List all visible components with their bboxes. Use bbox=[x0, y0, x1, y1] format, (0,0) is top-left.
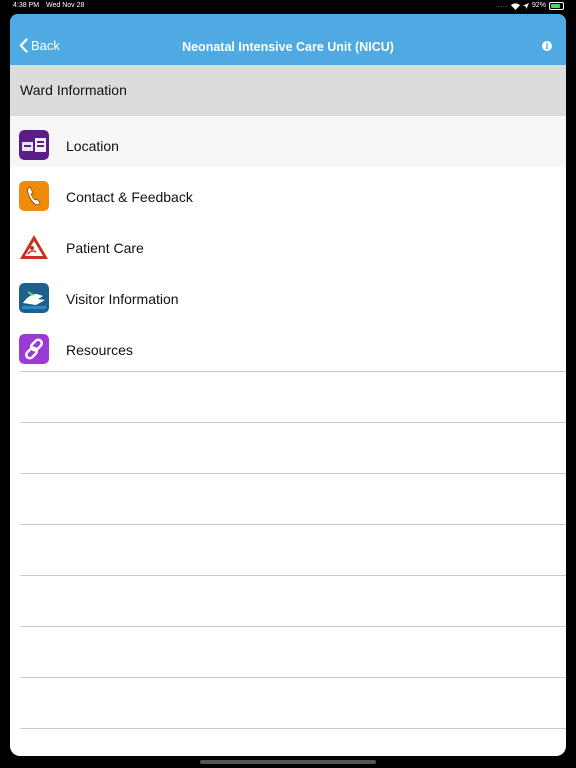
section-header: Ward Information bbox=[10, 65, 566, 116]
list-item-visitor-information[interactable]: Visitor Information bbox=[10, 269, 566, 320]
app-window: Back Neonatal Intensive Care Unit (NICU)… bbox=[10, 14, 566, 756]
row-separator bbox=[20, 728, 566, 729]
status-time: 4:38 PM bbox=[13, 2, 40, 9]
section-header-title: Ward Information bbox=[20, 82, 127, 98]
list-item-patient-care[interactable]: Patient Care bbox=[10, 218, 566, 269]
row-separator bbox=[20, 677, 566, 678]
status-bar: 4:38 PM Wed Nov 28 ..... 92% bbox=[0, 0, 576, 14]
list-item-label: Visitor Information bbox=[66, 291, 179, 307]
row-separator bbox=[20, 422, 566, 423]
row-separator bbox=[20, 473, 566, 474]
menu-list: Location Contact & Feedback Patient Care bbox=[10, 116, 566, 729]
location-arrow-icon bbox=[522, 3, 529, 9]
location-icon bbox=[19, 130, 49, 160]
list-item-location[interactable]: Location bbox=[10, 116, 566, 167]
visitor-icon bbox=[19, 283, 49, 313]
list-item-label: Contact & Feedback bbox=[66, 189, 193, 205]
page-title: Neonatal Intensive Care Unit (NICU) bbox=[182, 40, 394, 54]
list-item-label: Patient Care bbox=[66, 240, 144, 256]
row-separator bbox=[20, 575, 566, 576]
home-indicator[interactable] bbox=[200, 760, 376, 764]
list-item-label: Location bbox=[66, 138, 119, 154]
list-item-label: Resources bbox=[66, 342, 133, 358]
status-right: ..... 92% bbox=[496, 0, 564, 12]
list-item-contact-feedback[interactable]: Contact & Feedback bbox=[10, 167, 566, 218]
signal-dots-icon: ..... bbox=[496, 3, 508, 9]
battery-icon bbox=[549, 2, 564, 10]
navigation-bar: Back Neonatal Intensive Care Unit (NICU)… bbox=[10, 14, 566, 65]
row-separator bbox=[20, 626, 566, 627]
patient-care-icon bbox=[20, 235, 48, 259]
row-separator bbox=[20, 371, 566, 372]
status-date: Wed Nov 28 bbox=[46, 2, 85, 9]
phone-icon bbox=[19, 181, 49, 211]
link-icon bbox=[19, 334, 49, 364]
list-item-resources[interactable]: Resources bbox=[10, 320, 566, 371]
row-separator bbox=[20, 524, 566, 525]
wifi-icon bbox=[510, 2, 520, 10]
info-icon[interactable]: i bbox=[542, 41, 552, 51]
battery-percent: 92% bbox=[531, 2, 546, 9]
